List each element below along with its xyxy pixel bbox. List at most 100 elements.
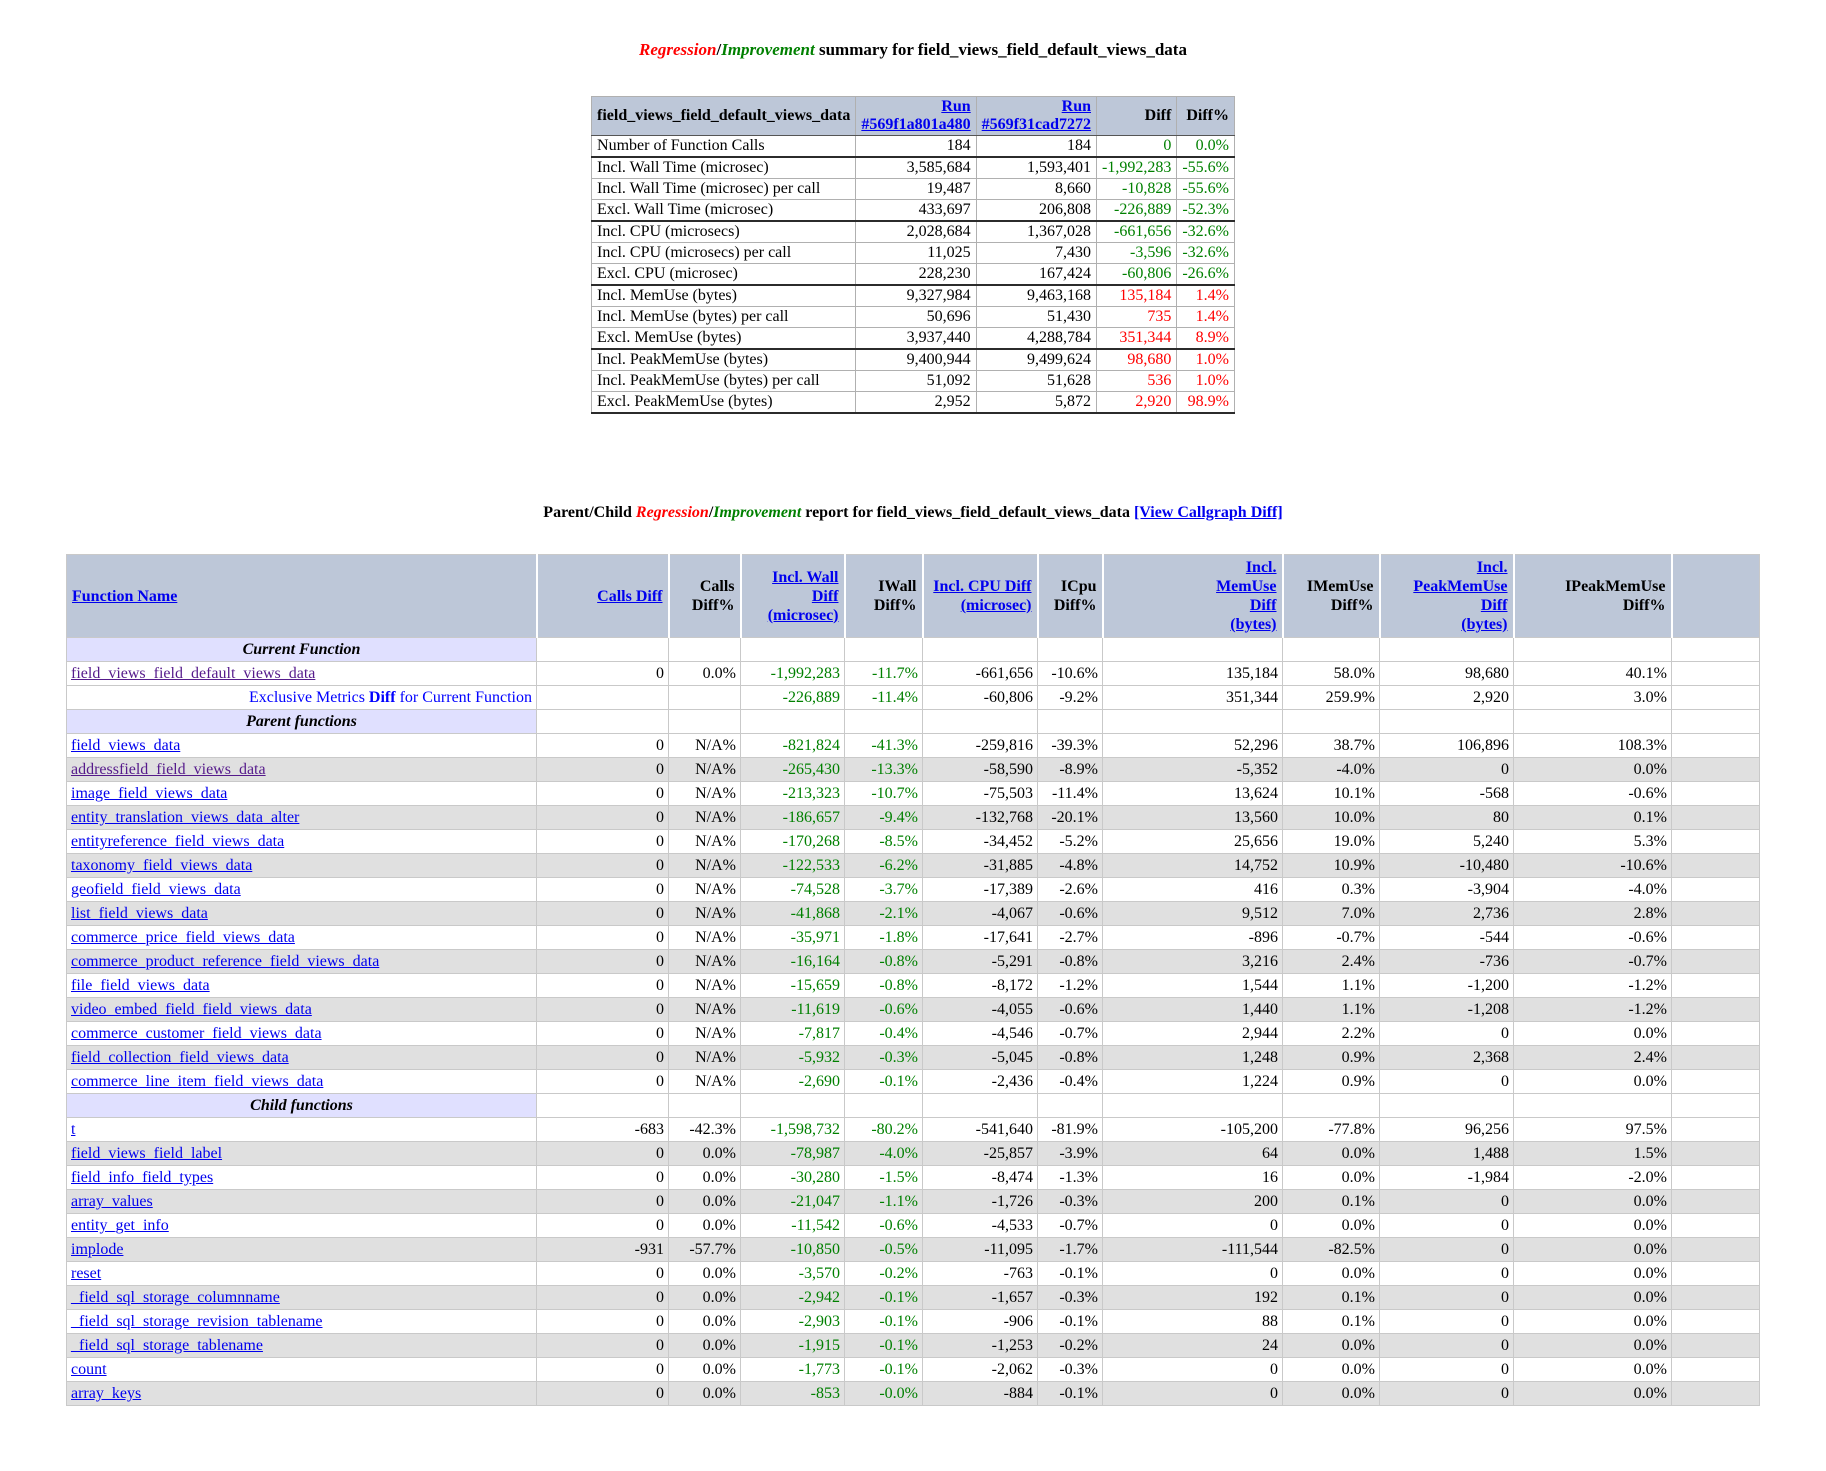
summary-metric-label: Incl. PeakMemUse (bytes) per call bbox=[591, 370, 857, 392]
function-link[interactable]: reset bbox=[71, 1265, 101, 1282]
function-link[interactable]: entity_get_info bbox=[71, 1217, 169, 1234]
function-link[interactable]: field_collection_field_views_data bbox=[71, 1049, 289, 1066]
ipeakmemuse-diff-pct-cell: 0.0% bbox=[1513, 757, 1672, 782]
col-header-incl-peakmemuse-diff[interactable]: Incl. PeakMemUse Diff (bytes) bbox=[1378, 554, 1515, 638]
col-header-incl-memuse-diff[interactable]: Incl. MemUse Diff (bytes) bbox=[1101, 554, 1284, 638]
calls-diff-cell: 0 bbox=[536, 997, 669, 1022]
section-empty-cell bbox=[1671, 709, 1760, 734]
incl-peakmemuse-diff-cell: -10,480 bbox=[1379, 853, 1514, 878]
calls-diff-pct-cell: N/A% bbox=[668, 805, 741, 830]
calls-diff-pct-cell: N/A% bbox=[668, 853, 741, 878]
function-link[interactable]: commerce_price_field_views_data bbox=[71, 929, 295, 946]
incl-cpu-diff-cell: -4,546 bbox=[922, 1021, 1038, 1046]
col-header-incl-peakmemuse-diff-link[interactable]: Incl. PeakMemUse Diff (bytes) bbox=[1413, 559, 1507, 633]
spacer-cell bbox=[1671, 1357, 1760, 1382]
col-header-calls-diff[interactable]: Calls Diff bbox=[535, 554, 670, 638]
function-link[interactable]: field_views_field_label bbox=[71, 1145, 222, 1162]
spacer-cell bbox=[1671, 1285, 1760, 1310]
function-link[interactable]: addressfield_field_views_data bbox=[71, 761, 266, 778]
icpu-diff-pct-cell: -0.3% bbox=[1037, 1189, 1103, 1214]
summary-diff-value: 135,184 bbox=[1095, 284, 1178, 307]
summary-run2-value: 8,660 bbox=[975, 178, 1098, 200]
function-link[interactable]: array_values bbox=[71, 1193, 153, 1210]
incl-peakmemuse-diff-cell: 0 bbox=[1379, 1381, 1514, 1406]
calls-diff-cell: 0 bbox=[536, 901, 669, 926]
incl-memuse-diff-cell: 416 bbox=[1102, 877, 1283, 902]
calls-diff-cell: 0 bbox=[536, 973, 669, 998]
incl-memuse-diff-cell: 0 bbox=[1102, 1381, 1283, 1406]
function-link[interactable]: field_views_data bbox=[71, 737, 180, 754]
run2-header: Run #569f31cad7272 bbox=[975, 96, 1098, 136]
function-link[interactable]: video_embed_field_field_views_data bbox=[71, 1001, 312, 1018]
summary-diff-pct-value: -55.6% bbox=[1176, 156, 1235, 179]
spacer-cell bbox=[1671, 1045, 1760, 1070]
summary-run1-value: 3,937,440 bbox=[855, 327, 977, 350]
function-link[interactable]: _field_sql_storage_revision_tablename bbox=[71, 1313, 322, 1330]
col-header-incl-memuse-diff-link[interactable]: Incl. MemUse Diff (bytes) bbox=[1216, 559, 1276, 633]
function-link[interactable]: file_field_views_data bbox=[71, 977, 210, 994]
col-header-incl-wall-diff-link[interactable]: Incl. Wall Diff (microsec) bbox=[768, 569, 839, 624]
calls-diff-pct-cell: N/A% bbox=[668, 781, 741, 806]
function-link[interactable]: array_keys bbox=[71, 1385, 141, 1402]
ipeakmemuse-diff-pct-cell: -0.7% bbox=[1513, 949, 1672, 974]
run2-link[interactable]: Run #569f31cad7272 bbox=[982, 98, 1091, 133]
imemuse-diff-pct-cell: -0.7% bbox=[1282, 925, 1380, 950]
section-empty-cell bbox=[1379, 1093, 1514, 1118]
diff-pct-header: Diff% bbox=[1176, 96, 1235, 136]
run1-link[interactable]: Run #569f1a801a480 bbox=[861, 98, 970, 133]
imemuse-diff-pct-cell: 0.1% bbox=[1282, 1285, 1380, 1310]
icpu-diff-pct-cell: -2.6% bbox=[1037, 877, 1103, 902]
icpu-diff-pct-cell: -0.8% bbox=[1037, 949, 1103, 974]
col-header-calls-diff-link[interactable]: Calls Diff bbox=[597, 588, 662, 605]
col-header-function-name-link[interactable]: Function Name bbox=[72, 588, 177, 605]
col-header-function-name[interactable]: Function Name bbox=[66, 554, 538, 638]
function-link[interactable]: t bbox=[71, 1121, 75, 1138]
summary-metric-label: Incl. CPU (microsecs) bbox=[591, 220, 857, 243]
view-callgraph-diff-link[interactable]: [View Callgraph Diff] bbox=[1134, 504, 1283, 521]
function-link[interactable]: field_views_field_default_views_data bbox=[71, 665, 315, 682]
iwall-diff-pct-cell: -41.3% bbox=[844, 733, 923, 758]
col-header-ipeakmemuse-diff-pct: IPeakMemUse Diff% bbox=[1512, 554, 1673, 638]
incl-cpu-diff-cell: -1,253 bbox=[922, 1333, 1038, 1358]
function-link[interactable]: taxonomy_field_views_data bbox=[71, 857, 252, 874]
function-link[interactable]: geofield_field_views_data bbox=[71, 881, 241, 898]
imemuse-diff-pct-cell: 2.2% bbox=[1282, 1021, 1380, 1046]
icpu-diff-pct-cell: -11.4% bbox=[1037, 781, 1103, 806]
function-link[interactable]: commerce_product_reference_field_views_d… bbox=[71, 953, 379, 970]
function-link[interactable]: entityreference_field_views_data bbox=[71, 833, 284, 850]
function-link[interactable]: entity_translation_views_data_alter bbox=[71, 809, 299, 826]
function-row: entity_get_info 0 0.0% -11,542 -0.6% -4,533 -0… bbox=[66, 1213, 1760, 1238]
regression-word: Regression bbox=[635, 504, 709, 521]
function-link[interactable]: _field_sql_storage_tablename bbox=[71, 1337, 263, 1354]
function-link[interactable]: image_field_views_data bbox=[71, 785, 227, 802]
function-name-cell: field_views_field_label bbox=[66, 1141, 537, 1166]
function-link[interactable]: commerce_line_item_field_views_data bbox=[71, 1073, 323, 1090]
summary-row: Incl. CPU (microsecs) 2,028,684 1,367,028-… bbox=[591, 220, 1235, 243]
function-name-cell: field_info_field_types bbox=[66, 1165, 537, 1190]
function-link[interactable]: commerce_customer_field_views_data bbox=[71, 1025, 322, 1042]
incl-cpu-diff-cell: -4,533 bbox=[922, 1213, 1038, 1238]
summary-metric-label: Excl. PeakMemUse (bytes) bbox=[591, 391, 857, 414]
function-link[interactable]: implode bbox=[71, 1241, 123, 1258]
calls-diff-cell: 0 bbox=[536, 781, 669, 806]
col-header-incl-wall-diff[interactable]: Incl. Wall Diff (microsec) bbox=[739, 554, 846, 638]
icpu-diff-pct-cell: -1.3% bbox=[1037, 1165, 1103, 1190]
icpu-diff-pct-cell: -0.4% bbox=[1037, 1069, 1103, 1094]
incl-memuse-diff-cell: -105,200 bbox=[1102, 1117, 1283, 1142]
function-link[interactable]: _field_sql_storage_columnname bbox=[71, 1289, 280, 1306]
iwall-diff-pct-cell: -0.3% bbox=[844, 1045, 923, 1070]
function-link[interactable]: field_info_field_types bbox=[71, 1169, 213, 1186]
icpu-diff-pct-cell: -0.6% bbox=[1037, 901, 1103, 926]
col-header-incl-cpu-diff-link[interactable]: Incl. CPU Diff (microsec) bbox=[933, 578, 1031, 614]
ipeakmemuse-diff-pct-cell: 0.1% bbox=[1513, 805, 1672, 830]
section-header-row: Child functions bbox=[66, 1093, 1760, 1118]
function-link[interactable]: list_field_views_data bbox=[71, 905, 208, 922]
imemuse-diff-pct-cell: 1.1% bbox=[1282, 997, 1380, 1022]
ipeakmemuse-diff-pct-cell: 0.0% bbox=[1513, 1357, 1672, 1382]
function-link[interactable]: count bbox=[71, 1361, 107, 1378]
summary-run2-value: 206,808 bbox=[975, 199, 1098, 222]
iwall-diff-pct-cell: -1.1% bbox=[844, 1189, 923, 1214]
icpu-diff-pct-cell: -0.8% bbox=[1037, 1045, 1103, 1070]
col-header-incl-cpu-diff[interactable]: Incl. CPU Diff (microsec) bbox=[921, 554, 1039, 638]
spacer-cell bbox=[1671, 805, 1760, 830]
